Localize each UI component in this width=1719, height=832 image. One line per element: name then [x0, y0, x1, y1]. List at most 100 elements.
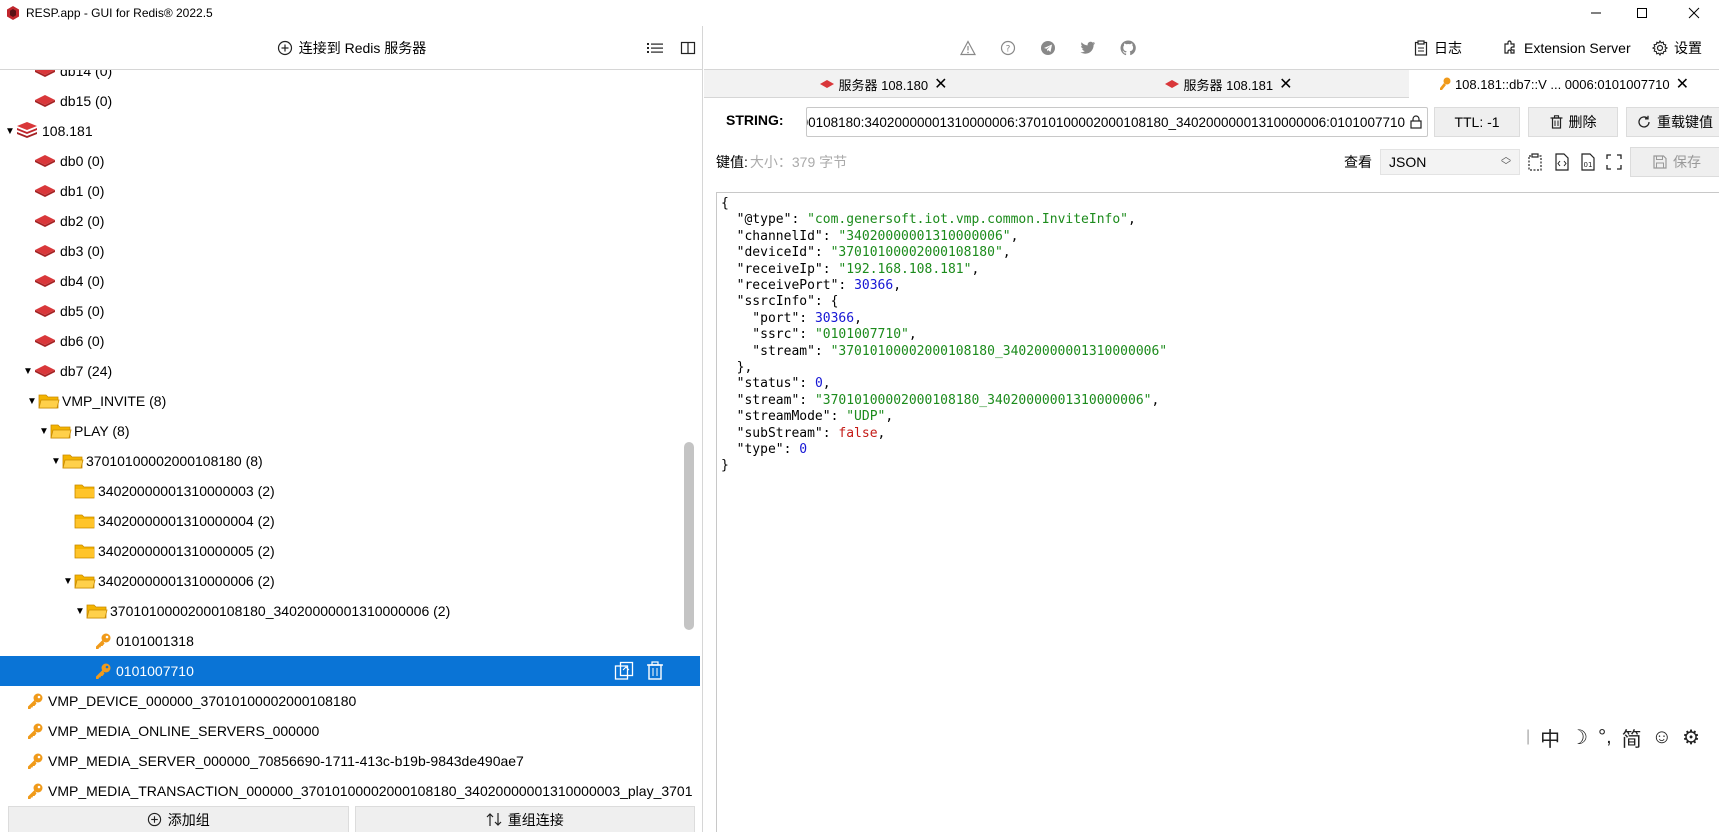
expand-arrow-icon[interactable]: ▼ [22, 366, 34, 377]
json-token: }, [721, 360, 753, 375]
rename-key-icon[interactable] [1409, 115, 1423, 129]
ttl-button[interactable]: TTL: -1 [1434, 107, 1520, 137]
expand-arrow-icon[interactable]: ▼ [50, 456, 62, 467]
close-button[interactable] [1671, 0, 1717, 26]
tree-item-server[interactable]: ▼ 108.181 [0, 116, 700, 146]
expand-arrow-icon[interactable]: ▼ [26, 396, 38, 407]
tree-item-folder[interactable]: 34020000001310000005 (2) [0, 536, 700, 566]
json-token: false [838, 425, 878, 441]
tree-item-label: db0 (0) [60, 153, 105, 169]
ime-item[interactable]: °, [1598, 726, 1612, 749]
connect-server-button[interactable]: 连接到 Redis 服务器 [277, 38, 426, 58]
save-button[interactable]: 保存 [1630, 147, 1719, 177]
tree-item-db[interactable]: db4 (0) [0, 266, 700, 296]
tree-item-folder[interactable]: 34020000001310000003 (2) [0, 476, 700, 506]
tree-item-db[interactable]: db6 (0) [0, 326, 700, 356]
database-icon [35, 155, 55, 167]
editor-panel: ? 日志 Extension Server 设置 服务器 108.180 ✕ 服… [704, 26, 1719, 832]
tree-item-label: VMP_DEVICE_000000_37010100002000108180 [48, 693, 357, 709]
close-tab-icon[interactable]: ✕ [934, 74, 947, 94]
tree-scrollbar[interactable] [684, 442, 694, 630]
tree-item-db[interactable]: db3 (0) [0, 236, 700, 266]
tree-item-key[interactable]: VMP_MEDIA_TRANSACTION_000000_37010100002… [0, 776, 700, 806]
tree-item-key[interactable]: VMP_MEDIA_ONLINE_SERVERS_000000 [0, 716, 700, 746]
delete-key-button[interactable]: 删除 [1528, 107, 1618, 137]
maximize-button[interactable] [1619, 0, 1665, 26]
tree-item-db[interactable]: db2 (0) [0, 206, 700, 236]
database-icon [820, 80, 835, 88]
json-token: , [1151, 392, 1160, 408]
expand-arrow-icon[interactable]: ▼ [74, 606, 86, 617]
twitter-button[interactable] [1078, 38, 1098, 58]
editor-line: } [721, 457, 729, 475]
close-tab-icon[interactable]: ✕ [1279, 74, 1292, 94]
log-button[interactable]: 日志 [1414, 26, 1462, 70]
extension-server-button[interactable]: Extension Server [1502, 26, 1631, 70]
tree-item-db[interactable]: db15 (0) [0, 86, 700, 116]
github-button[interactable] [1118, 38, 1138, 58]
tree-item-folder[interactable]: ▼ VMP_INVITE (8) [0, 386, 700, 416]
copy-key-icon[interactable] [614, 661, 636, 681]
ime-item[interactable]: 简 [1622, 723, 1642, 752]
tree-item-db[interactable]: db5 (0) [0, 296, 700, 326]
connection-tree[interactable]: db14 (0) db15 (0) ▼ 108.181 db0 (0) db1 (0) db… [0, 70, 703, 806]
export-value-button[interactable] [1552, 152, 1572, 172]
file-code-icon [1555, 153, 1569, 171]
close-tab-icon[interactable]: ✕ [1676, 74, 1689, 94]
tree-item-key[interactable]: 0101001318 [0, 626, 700, 656]
tree-item-db[interactable]: db1 (0) [0, 176, 700, 206]
format-select[interactable]: JSON ︿ ﹀ [1380, 149, 1520, 175]
toggle-panel-button[interactable] [678, 38, 698, 58]
tree-item-key[interactable]: VMP_DEVICE_000000_37010100002000108180 [0, 686, 700, 716]
delete-key-icon[interactable] [646, 661, 664, 681]
database-icon [35, 365, 55, 377]
telegram-button[interactable] [1038, 38, 1058, 58]
tree-item-folder[interactable]: ▼ 34020000001310000006 (2) [0, 566, 700, 596]
binary-view-button[interactable]: 01 [1578, 152, 1598, 172]
list-view-button[interactable] [645, 38, 665, 58]
editor-line: "@type": "com.genersoft.iot.vmp.common.I… [721, 211, 1136, 229]
tree-item-key[interactable]: VMP_MEDIA_SERVER_000000_70856690-1711-41… [0, 746, 700, 776]
copy-value-button[interactable] [1526, 152, 1546, 172]
tree-item-folder[interactable]: 34020000001310000004 (2) [0, 506, 700, 536]
tree-item-db[interactable]: db14 (0) [0, 70, 700, 86]
expand-arrow-icon[interactable]: ▼ [4, 126, 16, 137]
expand-arrow-icon[interactable]: ▼ [38, 426, 50, 437]
settings-button[interactable]: 设置 [1652, 26, 1702, 70]
ime-item[interactable]: ⚙ [1682, 725, 1700, 750]
database-icon [1165, 80, 1180, 88]
folder-open-icon [86, 604, 108, 619]
expand-arrow-icon[interactable]: ▼ [62, 576, 74, 587]
tree-item-folder[interactable]: ▼ 37010100002000108180 (8) [0, 446, 700, 476]
key-icon [28, 693, 43, 709]
key-name-value: 37010100002000108180:3402000000131000000… [807, 114, 1405, 130]
key-name-field[interactable]: 37010100002000108180:3402000000131000000… [806, 107, 1428, 137]
window-title: RESP.app - GUI for Redis® 2022.5 [26, 6, 213, 20]
tab[interactable]: 服务器 108.180 ✕ [804, 70, 964, 98]
fullscreen-button[interactable] [1604, 152, 1624, 172]
database-icon [35, 95, 55, 107]
ime-item[interactable]: ☽ [1570, 725, 1588, 750]
ime-item[interactable]: ☺ [1652, 726, 1672, 749]
warning-icon [960, 40, 976, 56]
tree-item-folder[interactable]: ▼ 37010100002000108180_340200000013100000… [0, 596, 700, 626]
ime-item[interactable]: 中 [1540, 723, 1560, 752]
value-label: 键值: 大小：379 字节 [716, 142, 847, 182]
json-token: "34020000001310000006" [838, 228, 1011, 244]
reconnect-button[interactable]: 重组连接 [354, 806, 695, 832]
tree-item-key[interactable]: 0101007710 [0, 656, 700, 686]
tab[interactable]: 108.181::db7::V ... 0006:0101007710 ✕ [1409, 70, 1719, 98]
tree-item-db[interactable]: ▼ db7 (24) [0, 356, 700, 386]
warning-button[interactable] [958, 38, 978, 58]
reload-value-button[interactable]: 重载键值 [1626, 107, 1719, 137]
help-button[interactable]: ? [998, 38, 1018, 58]
minimize-button[interactable] [1573, 0, 1619, 26]
json-token: "type" [721, 442, 784, 457]
key-icon [28, 723, 43, 739]
log-label: 日志 [1434, 40, 1462, 56]
tree-item-db[interactable]: db0 (0) [0, 146, 700, 176]
add-group-button[interactable]: 添加组 [8, 806, 349, 832]
tab[interactable]: 服务器 108.181 ✕ [1149, 70, 1309, 98]
tree-item-folder[interactable]: ▼ PLAY (8) [0, 416, 700, 446]
clipboard-icon [1414, 40, 1428, 56]
